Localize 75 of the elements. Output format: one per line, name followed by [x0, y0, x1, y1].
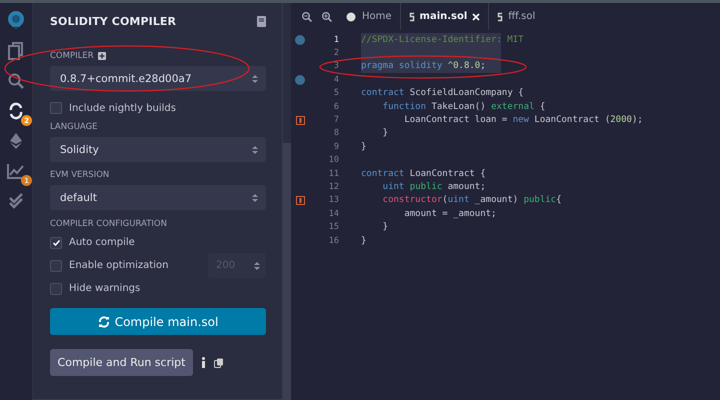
checkbox[interactable] [50, 260, 62, 272]
evm-version-select[interactable]: default [50, 185, 266, 210]
checkbox-label: Include nightly builds [69, 102, 176, 114]
files-icon[interactable] [8, 42, 24, 60]
code-line: function TakeLoan() external { [382, 102, 546, 112]
search-icon[interactable] [8, 73, 24, 89]
run-script-button[interactable]: Compile and Run script [50, 349, 193, 376]
code-line: contract LoanContract { [361, 168, 486, 179]
breakpoint-icon[interactable] [295, 34, 305, 45]
code-line: } [382, 128, 388, 138]
line-number: 2 [332, 48, 339, 58]
file-tab[interactable]: fff.sol [489, 3, 544, 30]
file-type-icon [497, 12, 504, 22]
line-number: 6 [332, 102, 339, 112]
file-tab[interactable]: Home [337, 3, 400, 30]
checkbox[interactable] [50, 236, 62, 248]
code-line: constructor(uint _amount) public{ [382, 195, 562, 206]
code-line: uint public amount; [382, 182, 486, 192]
compiler-select[interactable]: 0.8.7+commit.e28d00a7 [50, 66, 266, 91]
line-number: 4 [332, 74, 339, 85]
line-number: 10 [328, 155, 339, 166]
updown-icon [254, 260, 260, 270]
code-line: LoanContract loan = new LoanContract (2000); [403, 115, 643, 126]
warning-icon [296, 116, 304, 125]
checkbox[interactable] [50, 102, 62, 114]
refresh-icon[interactable] [8, 102, 24, 120]
chart-icon[interactable] [7, 163, 25, 179]
info-icon[interactable] [201, 357, 206, 368]
double-check-icon[interactable] [8, 193, 24, 209]
file-tab[interactable]: main.sol [400, 3, 490, 30]
field-label: EVM VERSION [50, 170, 110, 180]
code-line: } [361, 142, 366, 152]
checkbox-label: Enable optimization [69, 260, 168, 271]
field-label: LANGUAGE [50, 122, 98, 132]
updown-icon [252, 192, 258, 202]
line-number: 7 [332, 115, 339, 126]
home-logo-icon [345, 12, 357, 22]
line-number: 1 [332, 34, 339, 45]
line-number: 9 [332, 142, 339, 152]
code-line: //SPDX-License-Identifier: MIT [361, 34, 524, 45]
breakpoint-icon[interactable] [295, 74, 305, 85]
code-line: amount = _amount; [403, 208, 496, 219]
checkbox-label: Auto compile [69, 237, 135, 248]
checkbox[interactable] [50, 282, 62, 294]
line-number: 8 [332, 128, 339, 138]
section-label: COMPILER CONFIGURATION [50, 219, 167, 229]
line-number: 15 [328, 222, 339, 232]
warning-icon [296, 196, 304, 205]
line-number: 3 [332, 61, 339, 72]
updown-icon [252, 74, 258, 84]
line-number: 11 [328, 168, 339, 179]
line-number: 13 [328, 195, 339, 206]
scrollbar[interactable] [283, 143, 291, 400]
line-number: 5 [332, 88, 339, 98]
code-line: contract ScofieldLoanCompany { [361, 88, 524, 98]
checkbox-label: Hide warnings [69, 283, 140, 294]
field-label: COMPILER [50, 51, 94, 61]
line-number: 12 [328, 182, 339, 192]
line-number: 16 [328, 236, 339, 246]
checkmark-icon [52, 240, 60, 246]
line-number: 14 [328, 208, 339, 219]
code-line: pragma solidity ^0.8.0; [361, 61, 486, 72]
compile-button[interactable]: Compile main.sol [50, 308, 266, 335]
updown-icon [252, 144, 258, 154]
diamond-icon[interactable] [9, 132, 23, 150]
file-type-icon [408, 12, 415, 22]
add-icon[interactable] [98, 52, 106, 60]
close-icon[interactable] [472, 12, 480, 20]
copy-icon[interactable] [214, 358, 224, 368]
code-line: } [361, 236, 366, 246]
book-icon[interactable] [257, 16, 266, 26]
code-line: } [382, 222, 388, 232]
panel-title: SOLIDITY COMPILER [50, 14, 176, 28]
language-select[interactable]: Solidity [50, 137, 266, 162]
refresh-icon [98, 316, 110, 328]
